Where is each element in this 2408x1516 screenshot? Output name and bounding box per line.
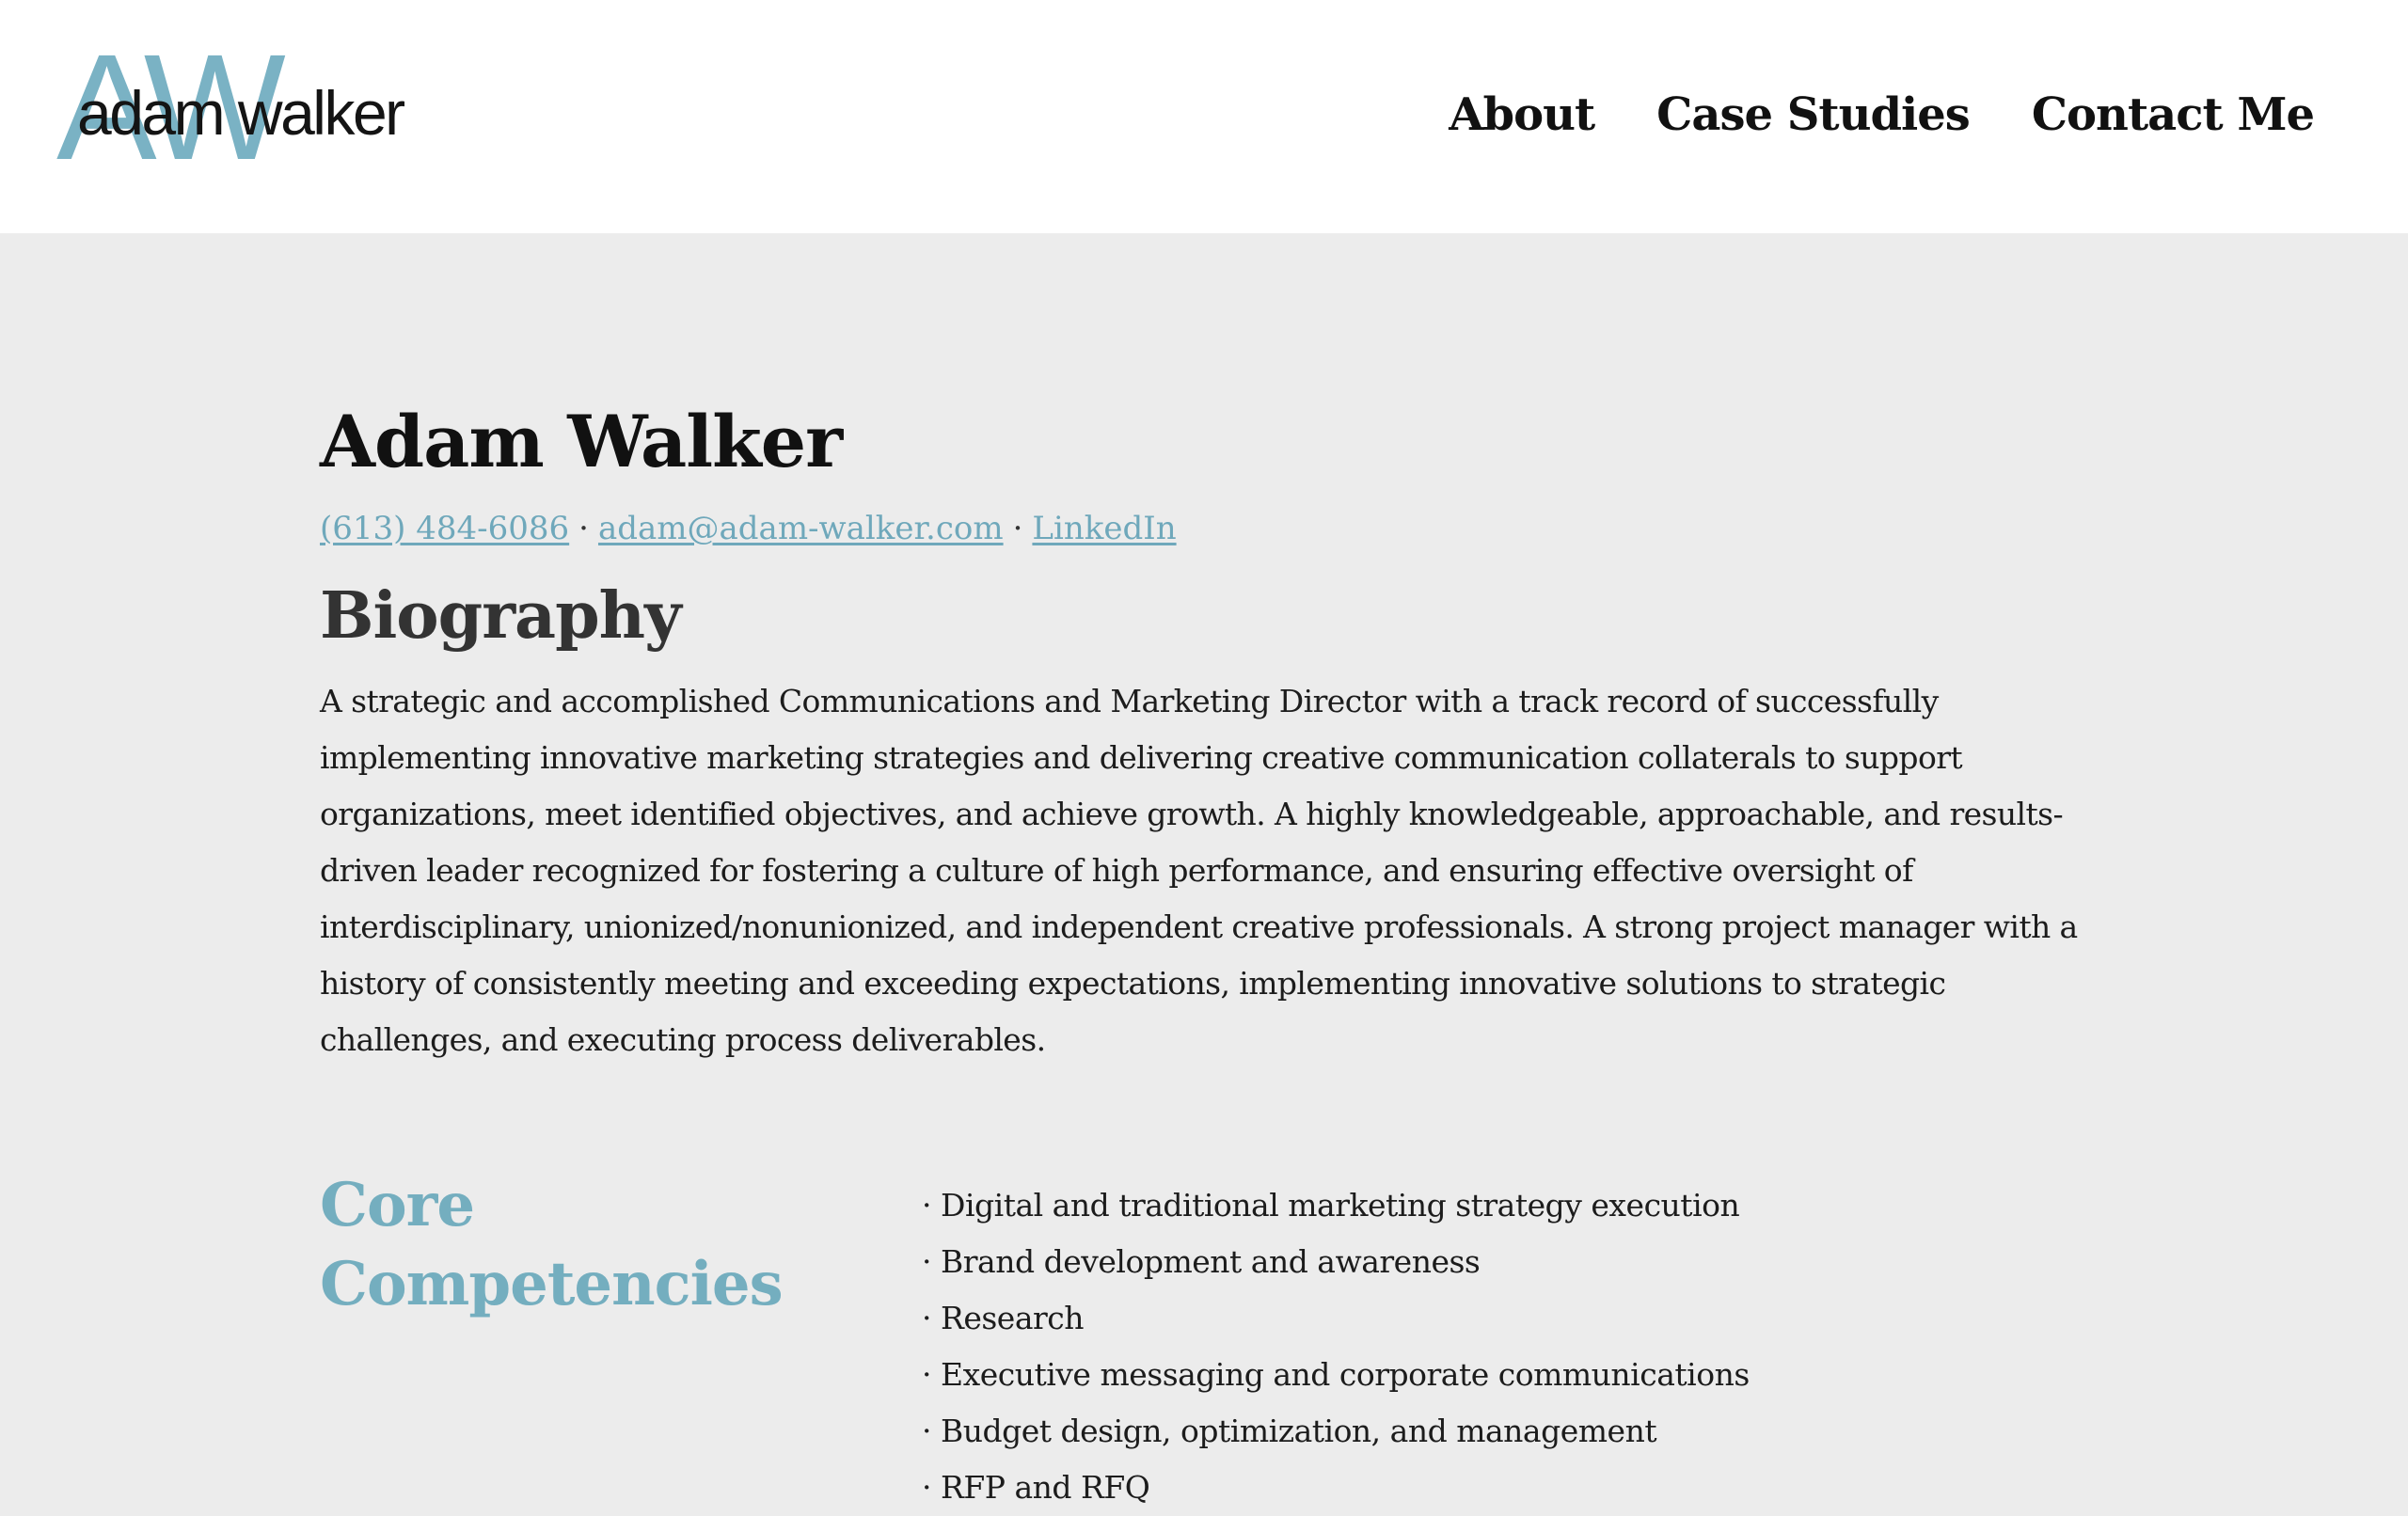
bullet: · [922, 1413, 932, 1449]
bullet: · [922, 1187, 932, 1224]
site-logo[interactable]: AW adam walker [56, 32, 433, 182]
list-item-text: Budget design, optimization, and managem… [941, 1413, 1657, 1449]
site-header: AW adam walker About Case Studies Contac… [0, 0, 2408, 233]
bullet: · [922, 1243, 932, 1280]
separator: · [1012, 510, 1023, 547]
email-link[interactable]: adam@adam-walker.com [598, 510, 1004, 547]
list-item: · RFP and RFQ [922, 1460, 1750, 1516]
list-item: · Budget design, optimization, and manage… [922, 1403, 1750, 1460]
core-competencies-heading: Core Competencies [320, 1170, 784, 1319]
biography-heading: Biography [320, 578, 682, 654]
list-item: · Digital and traditional marketing strat… [922, 1177, 1750, 1234]
list-item-text: Executive messaging and corporate commun… [941, 1356, 1750, 1393]
list-item: · Brand development and awareness [922, 1234, 1750, 1290]
nav-case-studies[interactable]: Case Studies [1656, 83, 1971, 147]
page-title: Adam Walker [320, 400, 843, 483]
list-item-text: Research [941, 1300, 1085, 1336]
nav-about[interactable]: About [1449, 83, 1595, 147]
list-item-text: RFP and RFQ [941, 1469, 1150, 1506]
list-item: · Research [922, 1290, 1750, 1347]
main-content: Adam Walker (613) 484-6086 · adam@adam-wal… [320, 395, 2107, 1099]
separator: · [578, 510, 589, 547]
phone-link[interactable]: (613) 484-6086 [320, 510, 569, 547]
bullet: · [922, 1469, 932, 1506]
nav-contact-me[interactable]: Contact Me [2032, 83, 2315, 147]
list-item-text: Digital and traditional marketing strate… [941, 1187, 1740, 1224]
logo-wordmark: adam walker [77, 78, 405, 148]
bullet: · [922, 1356, 932, 1393]
competencies-list: · Digital and traditional marketing strat… [922, 1177, 1750, 1516]
bullet: · [922, 1300, 932, 1336]
linkedin-link[interactable]: LinkedIn [1032, 510, 1176, 547]
main-nav: About Case Studies Contact Me [1386, 83, 2315, 147]
list-item-text: Brand development and awareness [941, 1243, 1481, 1280]
list-item: · Executive messaging and corporate commu… [922, 1347, 1750, 1403]
contact-links: (613) 484-6086 · adam@adam-walker.com · Link… [320, 508, 2107, 549]
biography-text: A strategic and accomplished Communicati… [320, 683, 2078, 1058]
